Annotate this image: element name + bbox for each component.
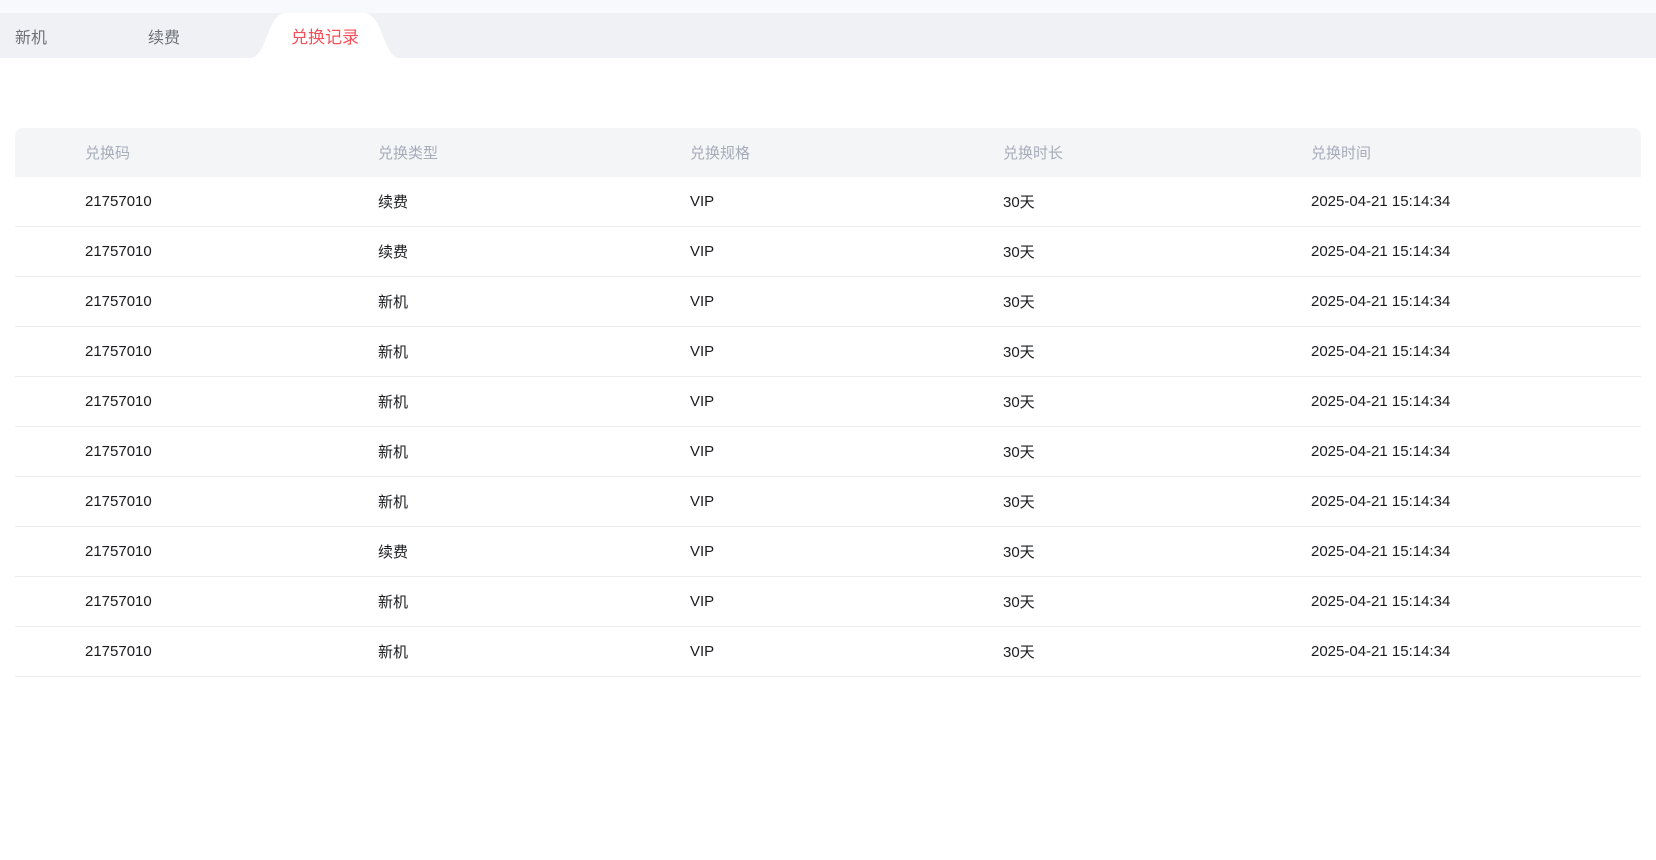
cell-spec: VIP <box>620 477 933 526</box>
cell-type: 新机 <box>308 377 620 426</box>
cell-code: 21757010 <box>15 377 308 426</box>
cell-code: 21757010 <box>15 477 308 526</box>
cell-spec: VIP <box>620 627 933 676</box>
column-header-code: 兑换码 <box>15 128 308 177</box>
cell-time: 2025-04-21 15:14:34 <box>1241 227 1641 276</box>
cell-duration: 30天 <box>933 177 1241 226</box>
cell-spec: VIP <box>620 427 933 476</box>
tab-bar: 新机 续费 兑换记录 <box>0 13 1656 58</box>
cell-type: 新机 <box>308 577 620 626</box>
cell-duration: 30天 <box>933 427 1241 476</box>
cell-code: 21757010 <box>15 277 308 326</box>
table-row: 21757010 新机 VIP 30天 2025-04-21 15:14:34 <box>15 577 1641 627</box>
cell-duration: 30天 <box>933 527 1241 576</box>
cell-type: 续费 <box>308 177 620 226</box>
column-header-time: 兑换时间 <box>1241 128 1641 177</box>
tab-redeem-records[interactable]: 兑换记录 <box>250 13 400 58</box>
cell-code: 21757010 <box>15 527 308 576</box>
cell-duration: 30天 <box>933 477 1241 526</box>
tab-redeem-records-label: 兑换记录 <box>250 13 400 58</box>
cell-duration: 30天 <box>933 277 1241 326</box>
cell-type: 续费 <box>308 227 620 276</box>
cell-code: 21757010 <box>15 627 308 676</box>
column-header-duration: 兑换时长 <box>933 128 1241 177</box>
cell-code: 21757010 <box>15 327 308 376</box>
cell-time: 2025-04-21 15:14:34 <box>1241 427 1641 476</box>
cell-duration: 30天 <box>933 627 1241 676</box>
cell-duration: 30天 <box>933 227 1241 276</box>
cell-duration: 30天 <box>933 377 1241 426</box>
table-header-row: 兑换码 兑换类型 兑换规格 兑换时长 兑换时间 <box>15 128 1641 177</box>
cell-code: 21757010 <box>15 227 308 276</box>
cell-code: 21757010 <box>15 427 308 476</box>
table-row: 21757010 新机 VIP 30天 2025-04-21 15:14:34 <box>15 377 1641 427</box>
cell-time: 2025-04-21 15:14:34 <box>1241 577 1641 626</box>
cell-spec: VIP <box>620 177 933 226</box>
cell-spec: VIP <box>620 377 933 426</box>
column-header-type: 兑换类型 <box>308 128 620 177</box>
redeem-records-table: 兑换码 兑换类型 兑换规格 兑换时长 兑换时间 21757010 续费 VIP … <box>15 128 1641 677</box>
table-row: 21757010 新机 VIP 30天 2025-04-21 15:14:34 <box>15 627 1641 677</box>
table-row: 21757010 续费 VIP 30天 2025-04-21 15:14:34 <box>15 227 1641 277</box>
tab-renewal[interactable]: 续费 <box>148 13 180 58</box>
cell-spec: VIP <box>620 227 933 276</box>
cell-code: 21757010 <box>15 577 308 626</box>
cell-duration: 30天 <box>933 577 1241 626</box>
cell-time: 2025-04-21 15:14:34 <box>1241 327 1641 376</box>
table-row: 21757010 续费 VIP 30天 2025-04-21 15:14:34 <box>15 527 1641 577</box>
main-content: 兑换码 兑换类型 兑换规格 兑换时长 兑换时间 21757010 续费 VIP … <box>0 58 1656 677</box>
cell-spec: VIP <box>620 577 933 626</box>
table-row: 21757010 新机 VIP 30天 2025-04-21 15:14:34 <box>15 477 1641 527</box>
table-row: 21757010 续费 VIP 30天 2025-04-21 15:14:34 <box>15 177 1641 227</box>
cell-type: 新机 <box>308 277 620 326</box>
cell-time: 2025-04-21 15:14:34 <box>1241 377 1641 426</box>
cell-time: 2025-04-21 15:14:34 <box>1241 277 1641 326</box>
table-row: 21757010 新机 VIP 30天 2025-04-21 15:14:34 <box>15 277 1641 327</box>
cell-type: 新机 <box>308 327 620 376</box>
cell-duration: 30天 <box>933 327 1241 376</box>
table-row: 21757010 新机 VIP 30天 2025-04-21 15:14:34 <box>15 427 1641 477</box>
cell-time: 2025-04-21 15:14:34 <box>1241 527 1641 576</box>
cell-code: 21757010 <box>15 177 308 226</box>
cell-time: 2025-04-21 15:14:34 <box>1241 627 1641 676</box>
cell-type: 新机 <box>308 477 620 526</box>
cell-spec: VIP <box>620 527 933 576</box>
cell-spec: VIP <box>620 277 933 326</box>
cell-time: 2025-04-21 15:14:34 <box>1241 177 1641 226</box>
cell-time: 2025-04-21 15:14:34 <box>1241 477 1641 526</box>
column-header-spec: 兑换规格 <box>620 128 933 177</box>
tab-new-device[interactable]: 新机 <box>15 13 47 58</box>
top-strip <box>0 0 1656 13</box>
cell-spec: VIP <box>620 327 933 376</box>
cell-type: 续费 <box>308 527 620 576</box>
cell-type: 新机 <box>308 627 620 676</box>
table-row: 21757010 新机 VIP 30天 2025-04-21 15:14:34 <box>15 327 1641 377</box>
cell-type: 新机 <box>308 427 620 476</box>
